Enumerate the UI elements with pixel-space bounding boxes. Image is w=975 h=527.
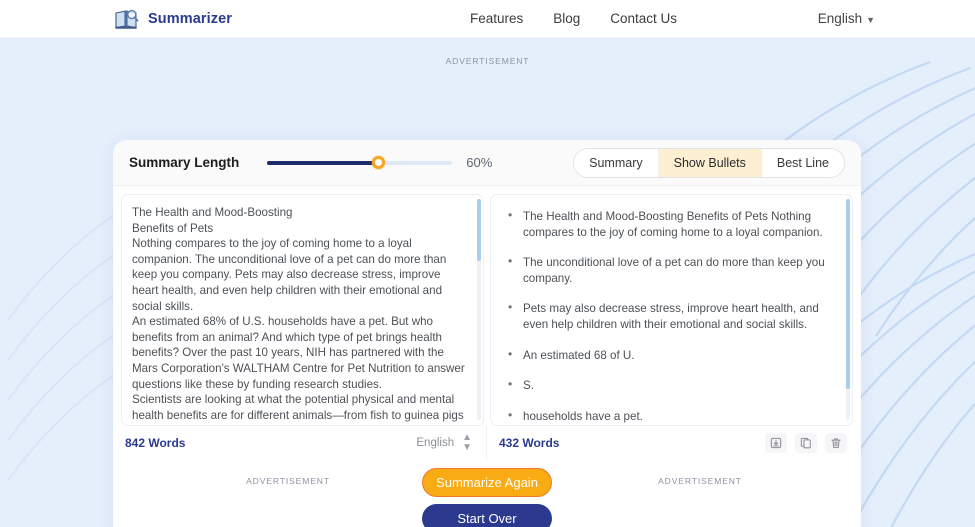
copy-icon[interactable] — [795, 433, 817, 453]
card-bottom-area: ADVERTISEMENT ADVERTISEMENT Summarize Ag… — [113, 460, 861, 527]
source-line: Scientists are looking at what the poten… — [132, 393, 464, 425]
summary-length-slider[interactable] — [267, 154, 453, 172]
site-header: Summarizer Features Blog Contact Us Engl… — [0, 0, 975, 38]
language-switcher[interactable]: English ▼ — [818, 11, 875, 26]
list-item: Pets may also decrease stress, improve h… — [505, 300, 838, 332]
source-text-body[interactable]: The Health and Mood-Boosting Benefits of… — [122, 195, 483, 425]
source-line: Nothing compares to the joy of coming ho… — [132, 237, 447, 313]
summary-length-label: Summary Length — [129, 155, 240, 170]
tab-show-bullets[interactable]: Show Bullets — [658, 148, 762, 177]
result-pane-scrollbar[interactable] — [846, 199, 850, 420]
bullet-list: The Health and Mood-Boosting Benefits of… — [501, 205, 838, 424]
slider-fill — [267, 160, 379, 165]
result-bullets-pane[interactable]: The Health and Mood-Boosting Benefits of… — [490, 194, 853, 426]
slider-thumb[interactable] — [372, 156, 386, 169]
source-pane-footer: 842 Words English ▲ ▼ — [113, 426, 487, 460]
delete-icon[interactable] — [825, 433, 847, 453]
result-pane-footer: 432 Words — [487, 426, 861, 460]
book-magnifier-icon — [114, 8, 140, 30]
source-line: The Health and Mood-Boosting — [132, 206, 293, 219]
result-word-count: 432 Words — [499, 436, 560, 450]
list-item: households have a pet. — [505, 408, 838, 425]
tab-summary[interactable]: Summary — [574, 148, 659, 177]
summarizer-card: Summary Length 60% Summary Show Bullets … — [113, 140, 861, 527]
summarize-again-button[interactable]: Summarize Again — [422, 468, 552, 497]
source-pane-scrollbar[interactable] — [477, 199, 481, 420]
action-buttons: Summarize Again Start Over — [422, 468, 552, 527]
nav-link-features[interactable]: Features — [470, 11, 523, 26]
nav-link-contact-us[interactable]: Contact Us — [610, 11, 677, 26]
bottom-right-advertisement-label: ADVERTISEMENT — [658, 476, 742, 486]
scrollbar-thumb[interactable] — [477, 199, 481, 261]
source-word-count: 842 Words — [125, 436, 186, 450]
brand-logo-area[interactable]: Summarizer — [114, 8, 232, 30]
result-action-icons — [765, 433, 847, 453]
nav-link-blog[interactable]: Blog — [553, 11, 580, 26]
bottom-left-advertisement-label: ADVERTISEMENT — [246, 476, 330, 486]
download-icon[interactable] — [765, 433, 787, 453]
mode-tab-group: Summary Show Bullets Best Line — [573, 147, 845, 178]
list-item: S. — [505, 377, 838, 394]
source-text-pane[interactable]: The Health and Mood-Boosting Benefits of… — [121, 194, 484, 426]
start-over-button[interactable]: Start Over — [422, 504, 552, 527]
list-item: The Health and Mood-Boosting Benefits of… — [505, 208, 838, 240]
top-advertisement-label: ADVERTISEMENT — [445, 56, 530, 66]
source-language-label: English — [416, 437, 455, 449]
source-language-selector[interactable]: English ▲ ▼ — [416, 433, 472, 453]
up-down-chevron-icon[interactable]: ▲ ▼ — [462, 433, 472, 453]
source-line: An estimated 68% of U.S. households have… — [132, 315, 465, 391]
tab-best-line[interactable]: Best Line — [761, 148, 844, 177]
list-item: An estimated 68 of U. — [505, 347, 838, 364]
result-bullets-body: The Health and Mood-Boosting Benefits of… — [491, 195, 852, 425]
list-item: The unconditional love of a pet can do m… — [505, 254, 838, 286]
summary-toolbar: Summary Length 60% Summary Show Bullets … — [113, 140, 861, 186]
scrollbar-thumb[interactable] — [846, 199, 850, 389]
chevron-down-icon: ▼ — [866, 14, 875, 25]
main-nav: Features Blog Contact Us — [470, 11, 677, 26]
language-switcher-label: English — [817, 11, 863, 26]
source-line: Benefits of Pets — [132, 221, 214, 235]
pane-footers: 842 Words English ▲ ▼ 432 Words — [113, 426, 861, 460]
editor-panes: The Health and Mood-Boosting Benefits of… — [113, 186, 861, 426]
slider-value-label: 60% — [466, 155, 493, 170]
brand-name: Summarizer — [148, 10, 233, 27]
